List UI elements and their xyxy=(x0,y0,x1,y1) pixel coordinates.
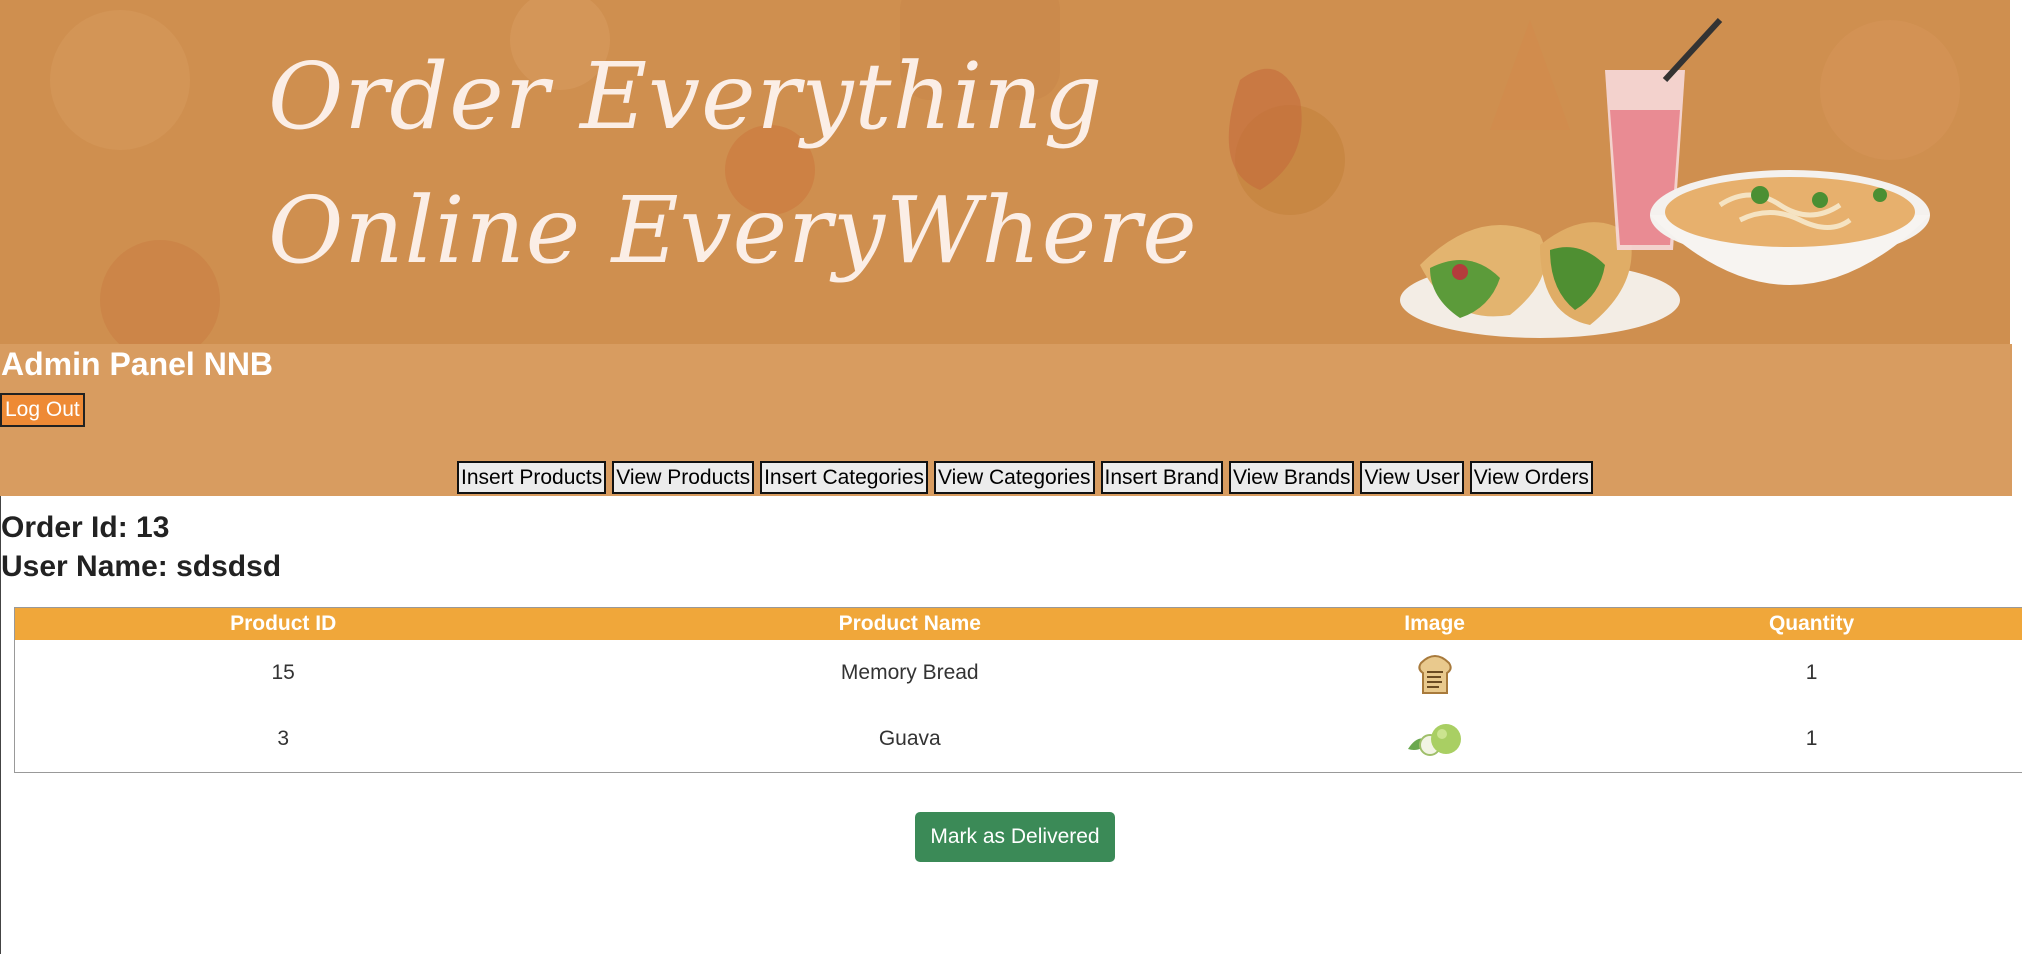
header-product-id: Product ID xyxy=(230,612,337,635)
admin-header: Admin Panel NNB Log Out Insert Products … xyxy=(0,344,2012,496)
user-name-value: sdsdsd xyxy=(176,550,282,583)
cell-image xyxy=(1268,706,1601,773)
banner-tagline-line1: Order Everything xyxy=(268,43,1104,150)
logout-button[interactable]: Log Out xyxy=(0,393,85,427)
order-info: Order Id: 13 User Name: sdsdsd xyxy=(1,508,281,586)
table-row: 15 Memory Bread 1 xyxy=(15,640,2022,706)
user-name-heading: User Name: sdsdsd xyxy=(1,547,281,586)
nav-insert-products-button[interactable]: Insert Products xyxy=(457,461,607,494)
mark-as-delivered-button[interactable]: Mark as Delivered xyxy=(915,812,1115,862)
header-quantity: Quantity xyxy=(1768,612,1855,635)
nav-view-user-button[interactable]: View User xyxy=(1360,461,1464,494)
cell-image xyxy=(1268,640,1601,706)
nav-view-brands-button[interactable]: View Brands xyxy=(1228,461,1355,494)
nav-view-products-button[interactable]: View Products xyxy=(612,461,755,494)
order-id-value: 13 xyxy=(136,511,170,544)
hero-banner: Order Everything Online EveryWhere xyxy=(0,0,2010,344)
header-image: Image xyxy=(1404,612,1465,635)
bread-icon xyxy=(1418,655,1452,694)
nav-view-orders-button[interactable]: View Orders xyxy=(1469,461,1593,494)
cell-quantity: 1 xyxy=(1805,727,1818,750)
banner-tagline: Order Everything Online EveryWhere xyxy=(268,30,1198,298)
cell-product-id: 3 xyxy=(277,727,290,750)
order-items-table: Product ID Product Name Image Quantity 1… xyxy=(14,607,2022,773)
nav-insert-categories-button[interactable]: Insert Categories xyxy=(760,461,929,494)
cell-quantity: 1 xyxy=(1805,661,1818,684)
nav-view-categories-button[interactable]: View Categories xyxy=(934,461,1095,494)
header-product-name: Product Name xyxy=(838,612,981,635)
table-header-row: Product ID Product Name Image Quantity xyxy=(14,607,2022,640)
banner-tagline-line2: Online EveryWhere xyxy=(268,177,1198,284)
cell-product-id: 15 xyxy=(271,661,295,684)
cell-product-name: Memory Bread xyxy=(840,661,979,684)
admin-nav: Insert Products View Products Insert Cat… xyxy=(457,461,1593,494)
user-name-label: User Name: xyxy=(1,550,168,583)
admin-panel-title: Admin Panel NNB xyxy=(1,346,274,382)
table-row: 3 Guava 1 xyxy=(15,706,2022,773)
guava-icon xyxy=(1407,724,1461,756)
nav-insert-brand-button[interactable]: Insert Brand xyxy=(1100,461,1223,494)
cell-product-name: Guava xyxy=(878,727,941,750)
order-id-heading: Order Id: 13 xyxy=(1,508,281,547)
order-id-label: Order Id: xyxy=(1,511,128,544)
